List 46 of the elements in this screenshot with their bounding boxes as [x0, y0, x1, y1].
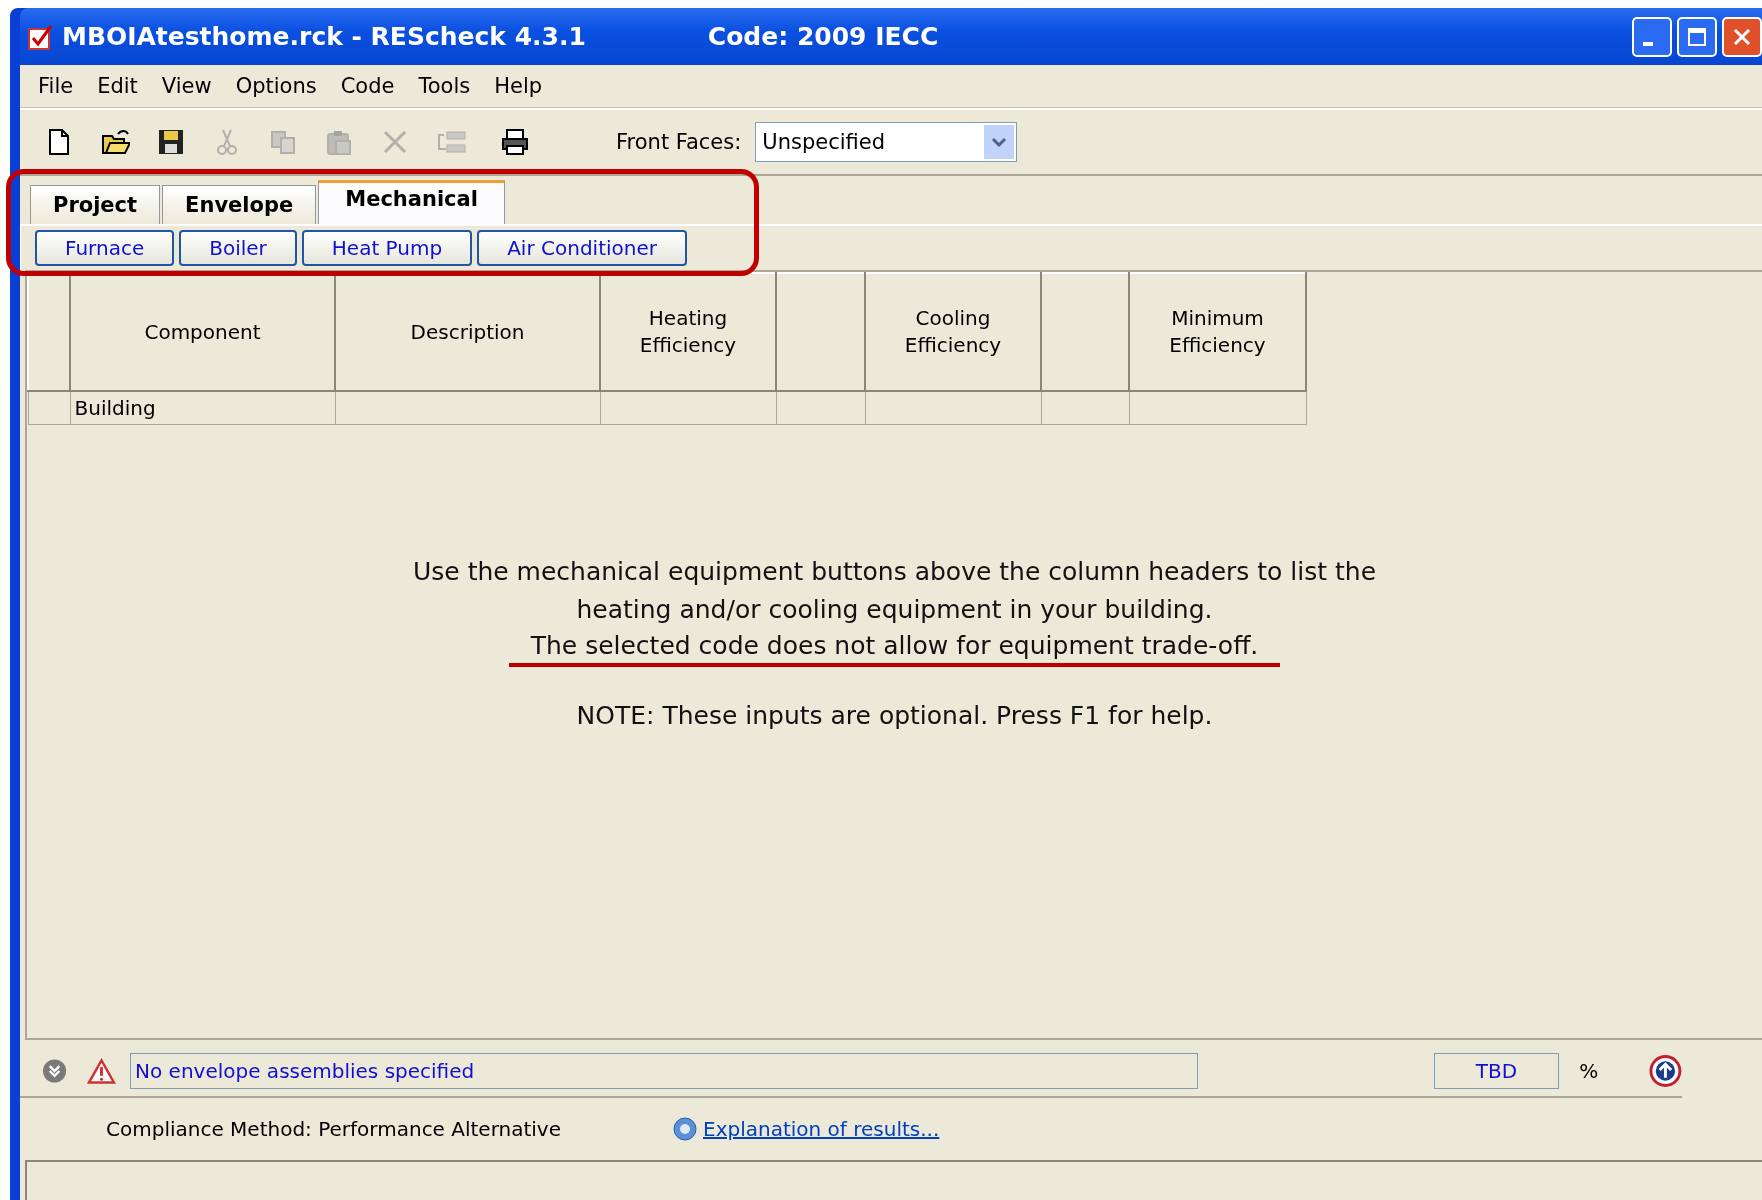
equipment-button[interactable]: Boiler: [179, 230, 297, 266]
instruction-text: Use the mechanical equipment buttons above the column headers to list the: [413, 556, 1376, 588]
column-header[interactable]: Cooling Efficiency: [865, 273, 1041, 391]
explanation-link[interactable]: Explanation of results...: [703, 1117, 940, 1141]
menu-item[interactable]: View: [149, 74, 224, 98]
warning-icon: [87, 1057, 117, 1085]
menu-item[interactable]: Edit: [85, 74, 150, 98]
equipment-button[interactable]: Air Conditioner: [477, 230, 687, 266]
chevron-down-icon: [990, 135, 1009, 149]
minimize-button[interactable]: [1632, 16, 1672, 57]
help-icon: [673, 1117, 697, 1141]
column-header[interactable]: Description: [335, 273, 600, 391]
note-text: NOTE: These inputs are optional. Press F1 for help.: [576, 701, 1213, 730]
double-chevron-icon[interactable]: [42, 1058, 68, 1084]
column-header[interactable]: Heating Efficiency: [600, 273, 776, 391]
front-faces-dropdown[interactable]: Unspecified: [755, 122, 1018, 162]
column-header[interactable]: Component: [70, 273, 335, 391]
percent-label: %: [1579, 1059, 1600, 1083]
tab[interactable]: Mechanical: [318, 180, 505, 224]
checklist-icon: [26, 22, 54, 51]
instruction-text: heating and/or cooling equipment in your building.: [576, 594, 1213, 626]
maximize-button[interactable]: [1677, 16, 1717, 57]
menu-item[interactable]: File: [26, 74, 86, 98]
menu-item[interactable]: Help: [482, 74, 555, 98]
tab[interactable]: Envelope: [162, 185, 317, 224]
maximize-icon: [1686, 25, 1708, 48]
minimize-icon: [1643, 41, 1653, 46]
result-field: TBD: [1433, 1053, 1560, 1089]
equipment-button[interactable]: Furnace: [35, 230, 175, 266]
menu-item[interactable]: Code: [328, 74, 407, 98]
printer-icon-button[interactable]: [500, 127, 530, 157]
window-title: MBOIAtesthome.rck - REScheck 4.3.1: [62, 22, 586, 51]
equipment-button[interactable]: Heat Pump: [301, 230, 473, 266]
menu-item[interactable]: Options: [223, 74, 329, 98]
menu-item[interactable]: Tools: [406, 74, 483, 98]
close-button[interactable]: [1722, 16, 1762, 57]
folder-icon-button[interactable]: [100, 127, 130, 157]
table-cell: Building: [70, 391, 335, 425]
column-header[interactable]: Minimum Efficiency: [1129, 273, 1306, 391]
code-label: Code: 2009 IECC: [707, 22, 939, 51]
front-faces-label: Front Faces:: [616, 130, 742, 154]
floppy-disk-icon-button[interactable]: [156, 127, 186, 157]
tab[interactable]: Project: [30, 185, 161, 224]
compliance-method-text: Compliance Method: Performance Alternative: [106, 1117, 561, 1141]
status-message-field: No envelope assemblies specified: [130, 1053, 1198, 1089]
instruction-text: The selected code does not allow for equipment trade-off.: [508, 629, 1281, 667]
